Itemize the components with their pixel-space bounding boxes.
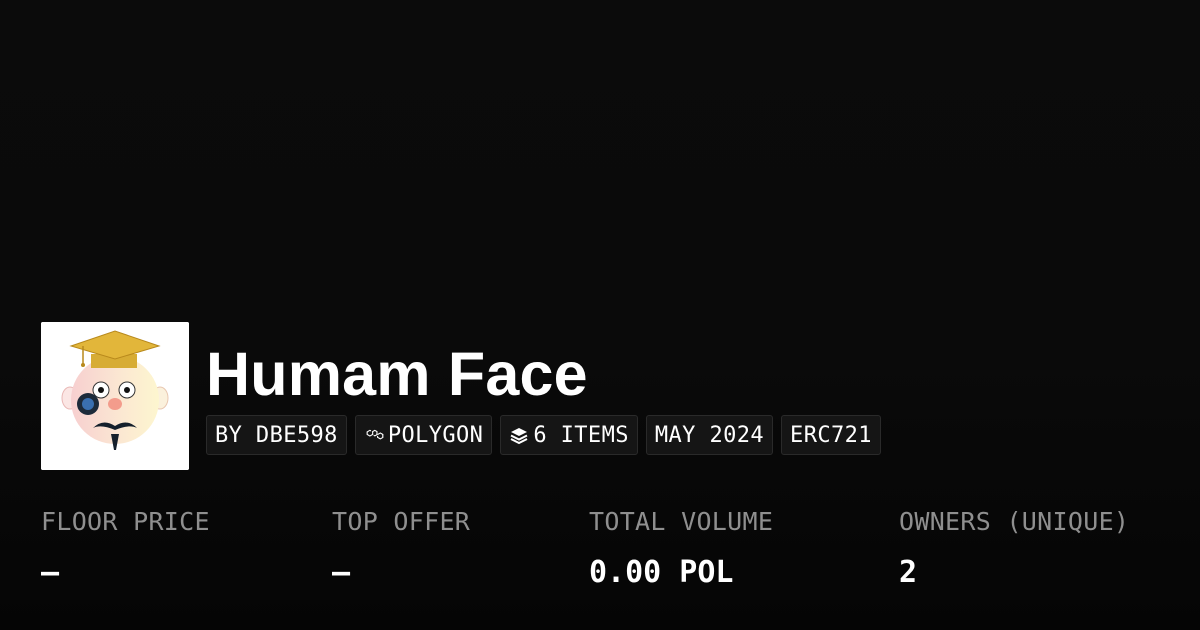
stat-value: – [332,555,351,590]
collection-tags: BY DBE598 POLYGON 6 ITEMS MAY 2024 ERC72… [206,415,881,455]
date-label: MAY 2024 [654,422,765,448]
collection-avatar [41,322,189,470]
creator-label: BY DBE598 [215,422,338,448]
collection-title: Humam Face [206,340,588,408]
stat-total-volume: TOTAL VOLUME 0.00 POL [589,504,773,593]
chain-tag[interactable]: POLYGON [354,415,493,455]
date-tag: MAY 2024 [645,415,774,455]
stat-value: 0.00 POL [589,555,734,590]
stat-label: OWNERS (UNIQUE) [899,507,1130,536]
standard-tag: ERC721 [781,415,881,455]
creator-tag[interactable]: BY DBE598 [206,415,347,455]
items-label: 6 ITEMS [533,422,629,448]
chain-label: POLYGON [387,422,484,448]
stat-value: – [41,555,60,590]
standard-label: ERC721 [790,422,872,448]
stat-top-offer: TOP OFFER – [332,504,470,593]
stat-label: FLOOR PRICE [41,507,210,536]
collection-avatar-image [41,322,189,470]
items-tag[interactable]: 6 ITEMS [500,415,638,455]
polygon-icon [364,425,384,445]
stat-value: 2 [899,555,918,590]
stat-label: TOP OFFER [332,507,471,536]
layers-icon [509,425,529,445]
stat-label: TOTAL VOLUME [589,507,774,536]
stat-owners: OWNERS (UNIQUE) 2 [899,504,1129,593]
stat-floor-price: FLOOR PRICE – [41,504,210,593]
